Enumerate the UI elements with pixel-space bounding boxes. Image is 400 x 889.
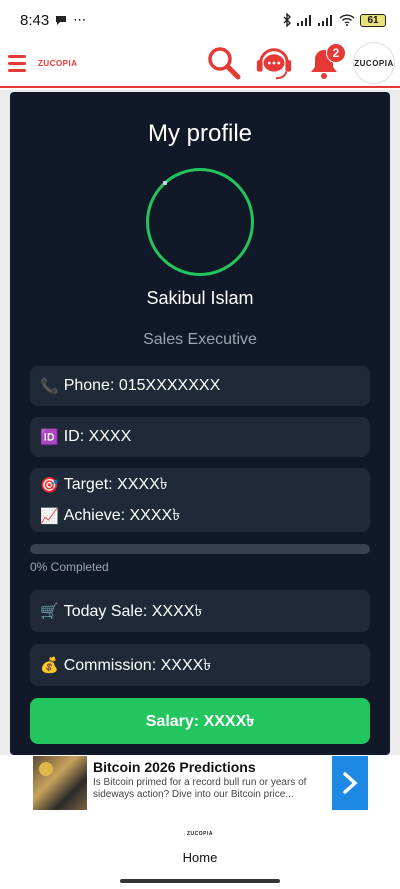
ad-title: Bitcoin 2026 Predictions: [93, 759, 256, 775]
gesture-bar: [120, 879, 280, 883]
more-dots-icon: ⋯: [73, 12, 87, 27]
wifi-icon: [339, 14, 355, 26]
id-box: 🆔 ID: XXXX: [30, 417, 370, 457]
ad-banner[interactable]: Bitcoin 2026 Predictions Is Bitcoin prim…: [33, 756, 368, 810]
hamburger-icon[interactable]: [8, 54, 26, 72]
chat-bubble-icon: [56, 16, 67, 25]
bitcoin-coin-icon: [39, 762, 53, 776]
today-sale-text: Today Sale: XXXX৳: [63, 602, 203, 620]
notification-button[interactable]: 2: [304, 43, 346, 83]
battery-icon: 61: [360, 13, 386, 27]
bottom-nav: ZUCOPIA Home: [0, 812, 400, 889]
chart-up-icon: 📈: [40, 507, 59, 525]
support-headset-icon: [256, 48, 292, 80]
phone-icon: 📞: [40, 378, 59, 395]
salary-button[interactable]: Salary: XXXX৳: [30, 698, 370, 744]
search-button[interactable]: [204, 43, 244, 83]
target-progress-bar: [30, 544, 370, 554]
today-sale-box: 🛒 Today Sale: XXXX৳: [30, 590, 370, 632]
ad-image: [33, 756, 87, 810]
target-icon: 🎯: [40, 476, 59, 494]
achieve-text: Achieve: XXXX৳: [63, 507, 181, 524]
ad-text: Bitcoin 2026 Predictions Is Bitcoin prim…: [87, 756, 332, 810]
avatar-image-placeholder: [163, 181, 167, 185]
brand-logo: ZUCOPIA: [38, 58, 78, 68]
target-text: Target: XXXX৳: [63, 476, 168, 493]
commission-text: Commission: XXXX৳: [63, 656, 212, 674]
header-actions: 2 ZUCOPIA: [204, 43, 394, 83]
status-right: 61: [283, 13, 386, 27]
avatar[interactable]: ZUCOPIA: [354, 43, 394, 83]
target-box: 🎯 Target: XXXX৳ 📈 Achieve: XXXX৳: [30, 468, 370, 532]
profile-role: Sales Executive: [143, 331, 257, 348]
money-bag-icon: 💰: [40, 657, 59, 674]
bluetooth-icon: [283, 13, 291, 27]
signal-icon: [297, 14, 311, 26]
app-header: ZUCOPIA 2 ZUCOPIA: [0, 40, 400, 88]
status-left: 8:43 ⋯: [20, 12, 86, 29]
profile-name: Sakibul Islam: [146, 288, 254, 308]
status-time: 8:43: [20, 11, 50, 29]
id-text: ID: XXXX: [63, 428, 132, 445]
achieve-row: 📈 Achieve: XXXX৳: [40, 502, 180, 529]
cart-icon: 🛒: [40, 603, 59, 620]
id-icon: 🆔: [40, 429, 59, 446]
progress-label: 0% Completed: [30, 560, 109, 574]
home-logo: ZUCOPIA: [187, 831, 213, 837]
phone-box: 📞 Phone: 015XXXXXXX: [30, 366, 370, 406]
profile-avatar[interactable]: [146, 168, 254, 276]
ad-open-button[interactable]: [332, 756, 368, 810]
commission-box: 💰 Commission: XXXX৳: [30, 644, 370, 686]
phone-text: Phone: 015XXXXXXX: [63, 377, 221, 394]
ad-description: Is Bitcoin primed for a record bull run …: [93, 777, 307, 800]
avatar-brand: ZUCOPIA: [354, 58, 394, 68]
nav-home[interactable]: Home: [0, 850, 400, 865]
search-icon: [208, 47, 241, 80]
status-bar: 8:43 ⋯ 61: [0, 0, 400, 40]
page-title: My profile: [147, 120, 253, 147]
target-row: 🎯 Target: XXXX৳: [40, 471, 168, 498]
notification-badge: 2: [326, 43, 346, 63]
signal-icon: [318, 14, 332, 26]
chevron-right-icon: [343, 772, 358, 794]
support-button[interactable]: [254, 43, 294, 83]
